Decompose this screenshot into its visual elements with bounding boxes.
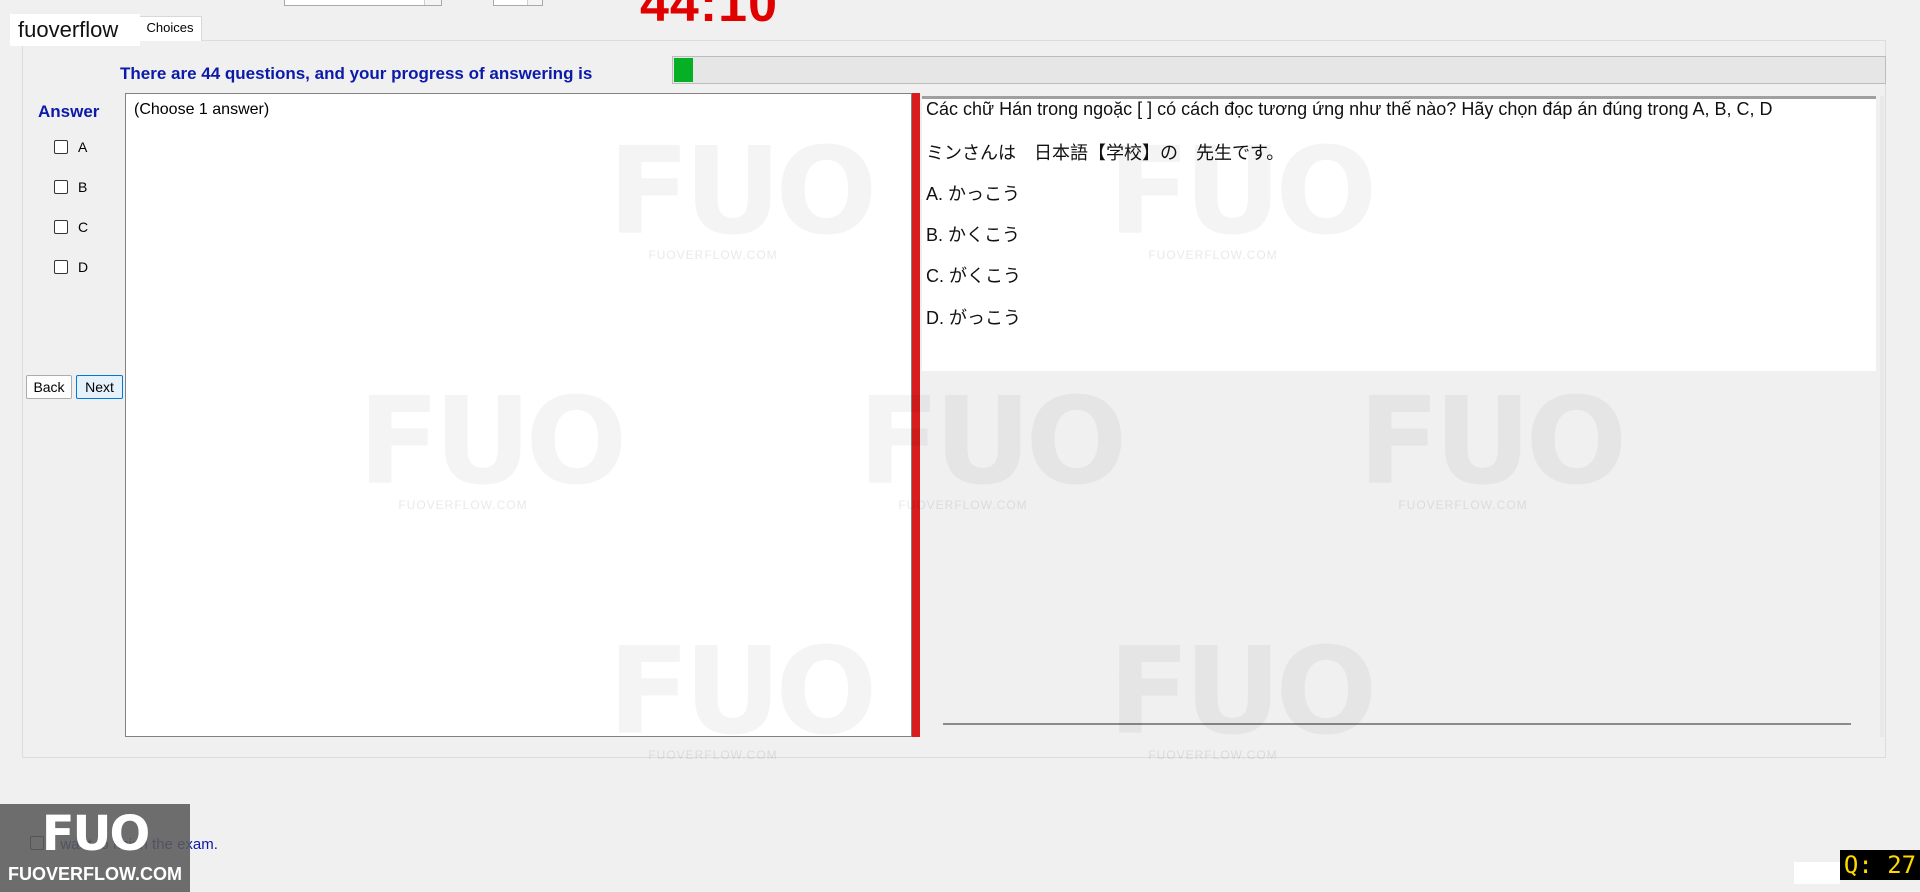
- checkbox[interactable]: [54, 220, 68, 234]
- answer-option-label: D: [78, 259, 89, 275]
- question-choice-a: A. かっこう: [926, 184, 1021, 204]
- watermark-username: fuoverflow: [10, 14, 140, 46]
- question-sentence: ミンさんは 日本語【学校】の 先生です。: [926, 143, 1285, 163]
- question-content: [922, 96, 1876, 371]
- answer-panel[interactable]: [125, 93, 912, 737]
- progress-label: There are 44 questions, and your progres…: [120, 64, 593, 83]
- question-choice-d: D. がっこう: [926, 308, 1022, 328]
- answer-hint: (Choose 1 answer): [134, 101, 270, 118]
- fuoverflow-logo: FUO FUOVERFLOW.COM: [0, 804, 190, 892]
- question-panel-edge: [1880, 96, 1884, 737]
- answer-option-b[interactable]: B: [54, 179, 87, 195]
- logo-site: FUOVERFLOW.COM: [8, 864, 182, 884]
- checkbox[interactable]: [54, 140, 68, 154]
- status-area: [1794, 862, 1840, 884]
- horizontal-scrollbar[interactable]: [943, 723, 1851, 725]
- chevron-down-icon[interactable]: [424, 0, 441, 5]
- answer-heading: Answer: [38, 102, 100, 121]
- question-number-badge: Q: 27: [1840, 850, 1920, 880]
- tab-choices[interactable]: Choices: [138, 16, 202, 41]
- question-choice-b: B. かくこう: [926, 225, 1021, 245]
- exam-code-combobox[interactable]: [284, 0, 442, 6]
- question-choice-c: C. がくこう: [926, 266, 1022, 286]
- back-button[interactable]: Back: [26, 375, 72, 399]
- answer-option-c[interactable]: C: [54, 219, 88, 235]
- answer-option-a[interactable]: A: [54, 139, 87, 155]
- logo-mark: FUO: [41, 806, 151, 862]
- answer-option-label: C: [78, 219, 89, 235]
- question-prompt: Các chữ Hán trong ngoặc [ ] có cách đọc …: [926, 99, 1773, 119]
- font-size-combobox[interactable]: [493, 0, 543, 6]
- exam-timer: 44:10: [640, 0, 778, 33]
- next-button[interactable]: Next: [76, 375, 123, 399]
- answer-option-label: A: [78, 139, 88, 155]
- progress-fill: [674, 58, 693, 82]
- answer-option-d[interactable]: D: [54, 259, 88, 275]
- checkbox[interactable]: [54, 260, 68, 274]
- answer-option-label: B: [78, 179, 88, 195]
- chevron-down-icon[interactable]: [527, 0, 542, 5]
- panel-splitter[interactable]: [912, 93, 920, 737]
- progress-bar: [672, 56, 1886, 84]
- checkbox[interactable]: [54, 180, 68, 194]
